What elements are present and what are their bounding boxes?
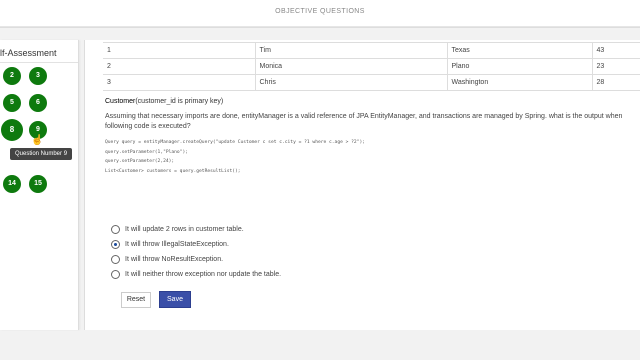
- radio-button[interactable]: [111, 225, 120, 234]
- table-cell: 23: [592, 58, 640, 75]
- question-button-2[interactable]: 2: [3, 67, 21, 85]
- code-line: query.setParameter(1,"Plano");: [105, 149, 188, 155]
- answer-option-label: It will update 2 rows in customer table.: [125, 226, 244, 233]
- table-cell: 2: [103, 58, 256, 75]
- question-button-8[interactable]: 8: [1, 119, 23, 141]
- table-cell: Monica: [255, 58, 448, 75]
- code-block: Query query = entityManager.createQuery(…: [105, 138, 365, 176]
- question-button-5[interactable]: 5: [3, 94, 21, 112]
- answer-option-4[interactable]: It will neither throw exception nor upda…: [111, 267, 281, 282]
- answer-option-label: It will neither throw exception nor upda…: [125, 271, 282, 278]
- table-cell: 3: [103, 74, 256, 91]
- table-row: 3 Chris Washington 28: [103, 74, 640, 91]
- answer-option-label: It will throw NoResultException.: [125, 256, 224, 263]
- question-button-6[interactable]: 6: [29, 94, 47, 112]
- question-button-14[interactable]: 14: [3, 175, 21, 193]
- table-cell: Washington: [447, 74, 593, 91]
- table-row: 1 Tim Texas 43: [103, 42, 640, 59]
- code-line: query.setParameter(2,24);: [105, 159, 175, 164]
- answer-option-3[interactable]: It will throw NoResultException.: [111, 252, 281, 267]
- top-bar-divider: [0, 26, 640, 27]
- table-cell: Tim: [255, 42, 448, 59]
- table-row: 2 Monica Plano 23: [103, 58, 640, 75]
- mouse-cursor-icon: ☝: [31, 135, 44, 146]
- navigator-title: lf-Assessment: [0, 48, 57, 58]
- entity-note: (customer_id is primary key): [135, 98, 224, 105]
- save-button[interactable]: Save: [159, 291, 191, 308]
- table-cell: Texas: [447, 42, 593, 59]
- question-navigator: lf-Assessment 2 3 5 6 8 9 14 15 Question…: [0, 40, 79, 330]
- question-button-15[interactable]: 15: [29, 175, 47, 193]
- top-bar: OBJECTIVE QUESTIONS: [0, 0, 640, 28]
- radio-button-selected[interactable]: [111, 240, 120, 249]
- code-line: Query query = entityManager.createQuery(…: [105, 140, 365, 145]
- table-cell: 28: [592, 74, 640, 91]
- question-button-3[interactable]: 3: [29, 67, 47, 85]
- customer-table: 1 Tim Texas 43 2 Monica Plano 23 3 Chris…: [103, 42, 640, 91]
- code-line: List<Customer> customers = query.getResu…: [105, 168, 241, 174]
- navigator-divider: [0, 62, 78, 63]
- reset-button[interactable]: Reset: [121, 292, 151, 308]
- page-title: OBJECTIVE QUESTIONS: [275, 8, 365, 15]
- question-text: Assuming that necessary imports are done…: [105, 113, 623, 130]
- radio-button[interactable]: [111, 270, 120, 279]
- question-panel: 1 Tim Texas 43 2 Monica Plano 23 3 Chris…: [84, 40, 640, 330]
- question-tooltip: Question Number 9: [10, 148, 73, 160]
- table-cell: 43: [592, 42, 640, 59]
- entity-name: Customer: [105, 98, 136, 105]
- answer-options: It will update 2 rows in customer table.…: [111, 222, 281, 282]
- table-cell: 1: [103, 42, 256, 59]
- radio-button[interactable]: [111, 255, 120, 264]
- entity-caption: Customer(customer_id is primary key): [105, 98, 223, 105]
- table-cell: Chris: [255, 74, 448, 91]
- answer-option-1[interactable]: It will update 2 rows in customer table.: [111, 222, 281, 237]
- answer-option-2[interactable]: It will throw IllegalStateException.: [111, 237, 281, 252]
- answer-option-label: It will throw IllegalStateException.: [125, 241, 229, 248]
- table-cell: Plano: [447, 58, 593, 75]
